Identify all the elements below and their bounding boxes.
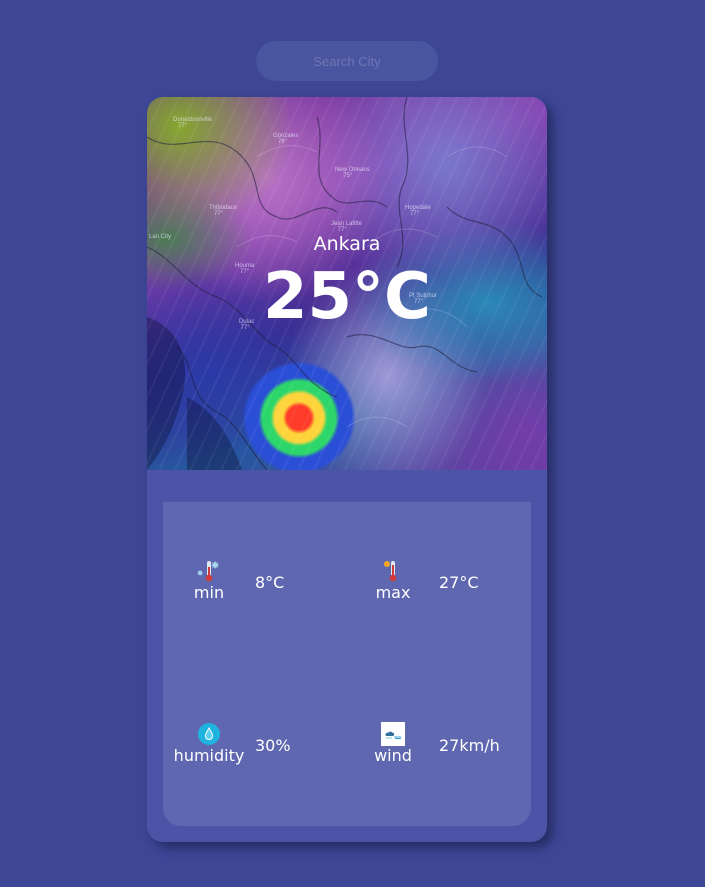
stat-min-label: min bbox=[193, 583, 225, 602]
map-label: Gonzales 76° bbox=[273, 133, 299, 145]
stat-wind-label: wind bbox=[374, 746, 412, 765]
city-name: Ankara bbox=[313, 233, 381, 255]
current-temperature: 25°C bbox=[262, 260, 432, 334]
map-label: New Orleans 75° bbox=[335, 167, 370, 179]
stat-max-value: 27°C bbox=[439, 573, 479, 592]
map-label: Jean Lafitte 77° bbox=[331, 221, 363, 233]
map-label: Thibodaux 77° bbox=[209, 205, 238, 217]
search-input[interactable] bbox=[256, 41, 438, 81]
water-drop-icon bbox=[198, 723, 220, 745]
weather-card: Donaldsonville 77° Gonzales 76° New Orle… bbox=[147, 97, 547, 842]
stat-min: min 8°C bbox=[173, 559, 284, 602]
cold-thermometer-icon bbox=[197, 561, 220, 582]
stat-humidity-value: 30% bbox=[255, 736, 291, 755]
stat-max: max 27°C bbox=[357, 559, 479, 602]
stat-max-label: max bbox=[375, 583, 411, 602]
stat-wind: wind 27km/h bbox=[357, 722, 500, 765]
stat-humidity: humidity 30% bbox=[173, 722, 291, 765]
wind-cloud-icon bbox=[381, 722, 405, 746]
weather-details-panel: min 8°C max 27°C humidity 30% wind 27km/… bbox=[163, 502, 531, 826]
search-bar bbox=[256, 41, 438, 81]
map-label: Hopedale 77° bbox=[405, 205, 431, 217]
map-label: Donaldsonville 77° bbox=[173, 117, 213, 129]
stat-humidity-label: humidity bbox=[173, 746, 245, 765]
weather-map-image: Donaldsonville 77° Gonzales 76° New Orle… bbox=[147, 97, 547, 470]
hot-thermometer-icon bbox=[384, 561, 397, 582]
weather-app: Donaldsonville 77° Gonzales 76° New Orle… bbox=[0, 0, 705, 887]
stat-wind-value: 27km/h bbox=[439, 736, 500, 755]
stat-min-value: 8°C bbox=[255, 573, 285, 592]
